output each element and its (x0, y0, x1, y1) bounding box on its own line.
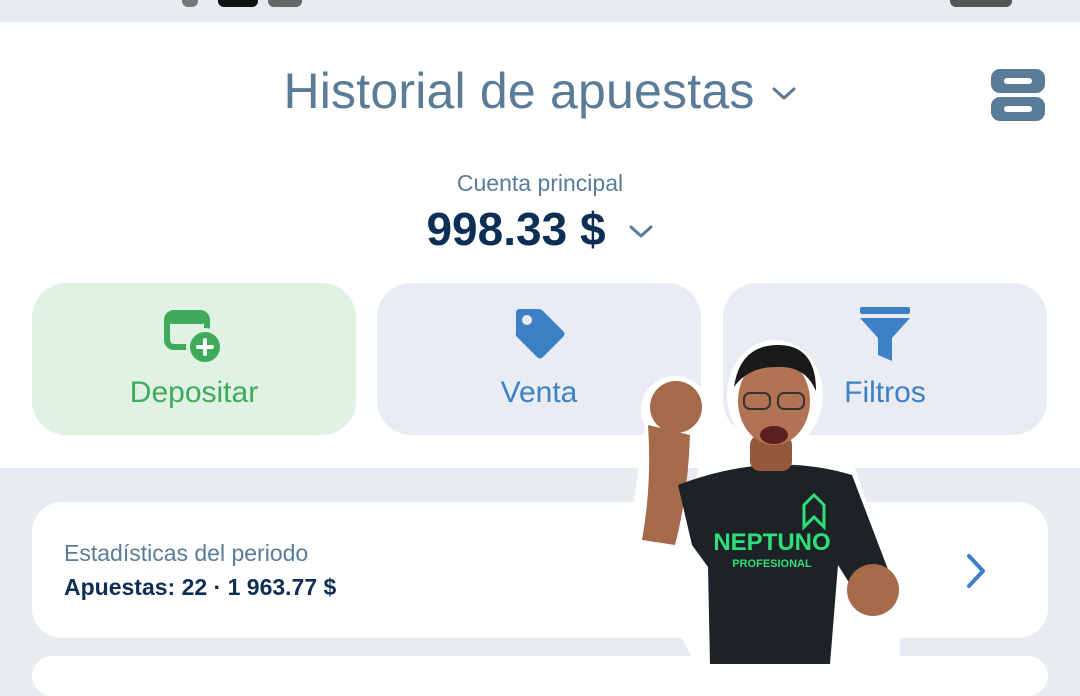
account-balance: 998.33 $ (426, 203, 606, 255)
battery-icon (950, 0, 1012, 7)
shirt-text: NEPTUNO (713, 529, 830, 556)
account-selector[interactable]: 998.33 $ (0, 202, 1080, 256)
shirt-subtext: PROFESIONAL (732, 558, 812, 570)
status-icon (182, 0, 198, 7)
status-bar (0, 0, 1080, 22)
deposit-add-icon (164, 310, 224, 366)
menu-icon[interactable] (990, 68, 1046, 124)
stats-value: Apuestas: 22 · 1 963.77 $ (64, 574, 337, 600)
status-icon (268, 0, 302, 7)
account-label: Cuenta principal (456, 170, 624, 196)
tag-icon (515, 309, 565, 359)
deposit-button[interactable]: Depositar (32, 283, 356, 435)
stats-title: Estadísticas del periodo (64, 540, 309, 566)
status-icon (218, 0, 258, 7)
chevron-down-icon (629, 225, 653, 238)
chevron-right-icon (967, 554, 985, 588)
person-sticker-image: NEPTUNO PROFESIONAL (627, 340, 915, 664)
page-title: Historial de apuestas (283, 63, 755, 119)
deposit-label: Depositar (129, 376, 259, 409)
chevron-down-icon (772, 87, 796, 100)
title-dropdown[interactable]: Historial de apuestas (0, 62, 1080, 120)
